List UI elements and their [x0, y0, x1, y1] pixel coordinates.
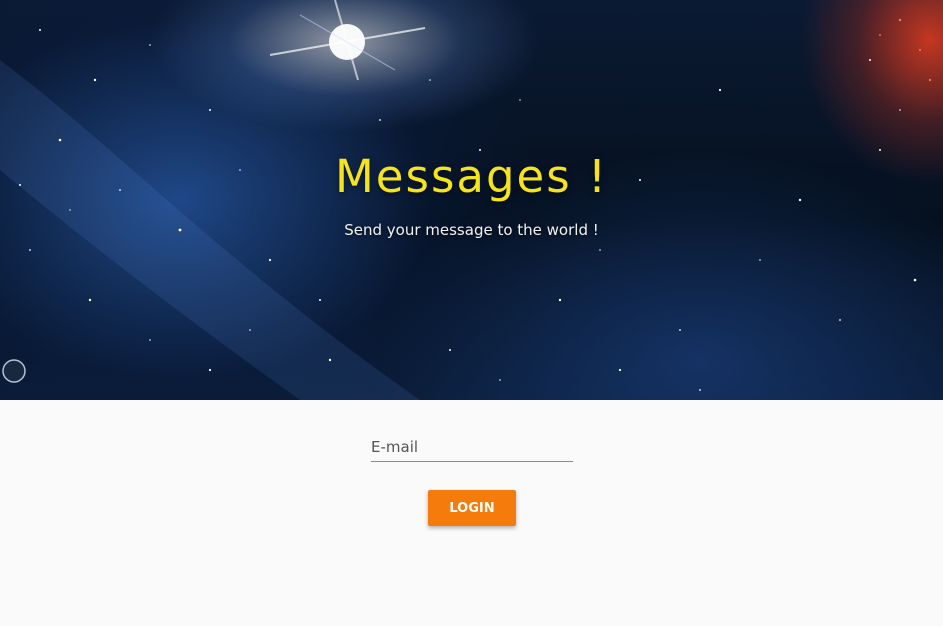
login-form: LOGIN: [0, 400, 943, 626]
login-button[interactable]: LOGIN: [428, 490, 516, 526]
hero-banner: Messages ! Send your message to the worl…: [0, 0, 943, 400]
star-flare: [269, 0, 426, 81]
email-field[interactable]: [371, 432, 573, 462]
email-field-container: [371, 432, 573, 464]
page-subtitle: Send your message to the world !: [344, 221, 599, 239]
page-title: Messages !: [334, 150, 608, 203]
